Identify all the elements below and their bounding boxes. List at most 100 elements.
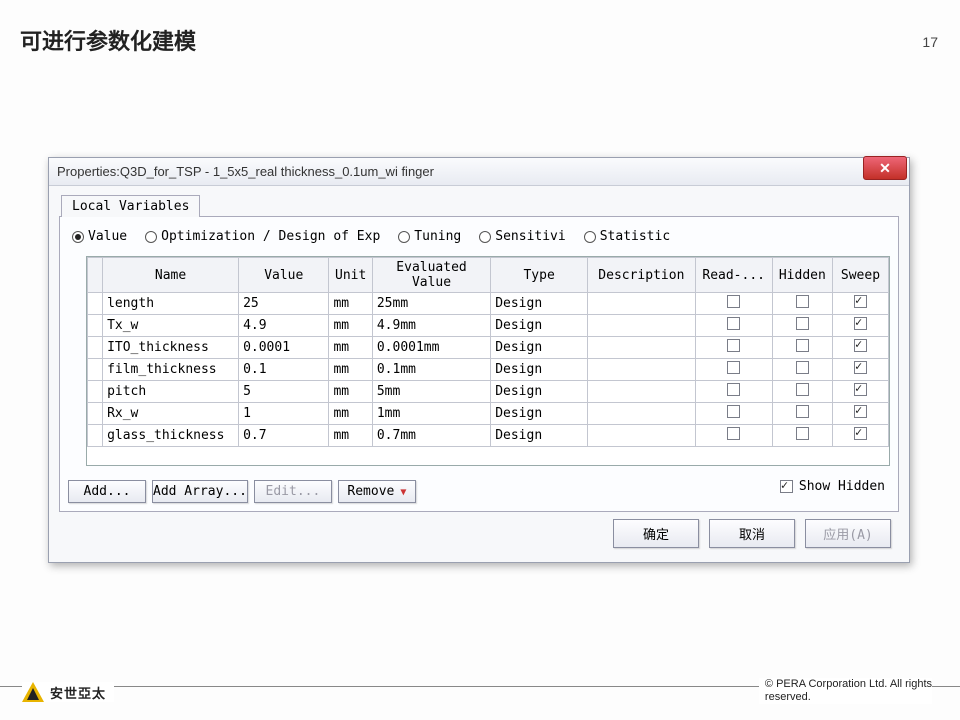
cell-hidden[interactable] — [772, 425, 832, 447]
cell-readonly[interactable] — [695, 425, 772, 447]
table-row[interactable]: film_thickness0.1mm0.1mmDesign — [88, 359, 889, 381]
radio-tuning[interactable]: Tuning — [398, 229, 461, 244]
table-row[interactable]: length25mm25mmDesign — [88, 293, 889, 315]
table-row[interactable]: glass_thickness0.7mm0.7mmDesign — [88, 425, 889, 447]
cell-evaluated[interactable]: 0.7mm — [372, 425, 490, 447]
table-row[interactable]: ITO_thickness0.0001mm0.0001mmDesign — [88, 337, 889, 359]
edit-button[interactable]: Edit... — [254, 480, 332, 503]
cell-type[interactable]: Design — [491, 315, 588, 337]
apply-button[interactable]: 应用(A) — [805, 519, 891, 548]
cell-hidden[interactable] — [772, 403, 832, 425]
close-button[interactable]: ✕ — [863, 156, 907, 180]
checkbox-icon — [854, 295, 867, 308]
cell-sweep[interactable] — [832, 359, 888, 381]
col-name[interactable]: Name — [103, 258, 239, 293]
cell-value[interactable]: 5 — [239, 381, 329, 403]
cell-type[interactable]: Design — [491, 425, 588, 447]
cell-evaluated[interactable]: 1mm — [372, 403, 490, 425]
cell-type[interactable]: Design — [491, 403, 588, 425]
col-type[interactable]: Type — [491, 258, 588, 293]
col-description[interactable]: Description — [588, 258, 696, 293]
tab-local-variables[interactable]: Local Variables — [61, 195, 200, 217]
cell-name[interactable]: glass_thickness — [103, 425, 239, 447]
cell-description[interactable] — [588, 381, 696, 403]
cell-sweep[interactable] — [832, 425, 888, 447]
cell-type[interactable]: Design — [491, 381, 588, 403]
cell-unit[interactable]: mm — [329, 337, 372, 359]
cell-description[interactable] — [588, 425, 696, 447]
cell-type[interactable]: Design — [491, 359, 588, 381]
radio-value[interactable]: Value — [72, 229, 127, 244]
cell-sweep[interactable] — [832, 337, 888, 359]
cell-evaluated[interactable]: 4.9mm — [372, 315, 490, 337]
cell-evaluated[interactable]: 0.0001mm — [372, 337, 490, 359]
cell-name[interactable]: ITO_thickness — [103, 337, 239, 359]
col-readonly[interactable]: Read-... — [695, 258, 772, 293]
radio-sensitivity[interactable]: Sensitivi — [479, 229, 565, 244]
cell-name[interactable]: pitch — [103, 381, 239, 403]
cell-unit[interactable]: mm — [329, 293, 372, 315]
title-document-name: Q3D_for_TSP - 1_5x5_real thickness_0.1um… — [120, 164, 434, 179]
radio-label: Tuning — [414, 229, 461, 244]
cell-type[interactable]: Design — [491, 337, 588, 359]
cell-value[interactable]: 4.9 — [239, 315, 329, 337]
cell-value[interactable]: 0.1 — [239, 359, 329, 381]
remove-button[interactable]: Remove — [338, 480, 416, 503]
col-unit[interactable]: Unit — [329, 258, 372, 293]
cell-hidden[interactable] — [772, 359, 832, 381]
cell-name[interactable]: Tx_w — [103, 315, 239, 337]
cell-unit[interactable]: mm — [329, 425, 372, 447]
cell-unit[interactable]: mm — [329, 315, 372, 337]
cell-value[interactable]: 25 — [239, 293, 329, 315]
table-row[interactable]: Tx_w4.9mm4.9mmDesign — [88, 315, 889, 337]
cell-evaluated[interactable]: 0.1mm — [372, 359, 490, 381]
add-array-button[interactable]: Add Array... — [152, 480, 248, 503]
cell-name[interactable]: film_thickness — [103, 359, 239, 381]
cell-unit[interactable]: mm — [329, 359, 372, 381]
cell-sweep[interactable] — [832, 293, 888, 315]
add-button[interactable]: Add... — [68, 480, 146, 503]
cell-hidden[interactable] — [772, 315, 832, 337]
cell-readonly[interactable] — [695, 315, 772, 337]
cell-hidden[interactable] — [772, 293, 832, 315]
cell-description[interactable] — [588, 337, 696, 359]
cell-sweep[interactable] — [832, 403, 888, 425]
cell-unit[interactable]: mm — [329, 381, 372, 403]
cell-type[interactable]: Design — [491, 293, 588, 315]
col-value[interactable]: Value — [239, 258, 329, 293]
cell-readonly[interactable] — [695, 359, 772, 381]
col-hidden[interactable]: Hidden — [772, 258, 832, 293]
cell-readonly[interactable] — [695, 381, 772, 403]
cell-description[interactable] — [588, 315, 696, 337]
cell-sweep[interactable] — [832, 381, 888, 403]
cell-readonly[interactable] — [695, 337, 772, 359]
ok-button[interactable]: 确定 — [613, 519, 699, 548]
cell-evaluated[interactable]: 25mm — [372, 293, 490, 315]
show-hidden-checkbox[interactable]: Show Hidden — [780, 479, 885, 494]
variables-grid[interactable]: Name Value Unit Evaluated Value Type Des… — [86, 256, 890, 466]
cell-hidden[interactable] — [772, 381, 832, 403]
cell-evaluated[interactable]: 5mm — [372, 381, 490, 403]
table-row[interactable]: pitch5mm5mmDesign — [88, 381, 889, 403]
cell-value[interactable]: 1 — [239, 403, 329, 425]
radio-optimization[interactable]: Optimization / Design of Exp — [145, 229, 380, 244]
cell-readonly[interactable] — [695, 403, 772, 425]
radio-statistics[interactable]: Statistic — [584, 229, 670, 244]
cell-name[interactable]: Rx_w — [103, 403, 239, 425]
cell-name[interactable]: length — [103, 293, 239, 315]
cell-readonly[interactable] — [695, 293, 772, 315]
cell-hidden[interactable] — [772, 337, 832, 359]
col-sweep[interactable]: Sweep — [832, 258, 888, 293]
col-evaluated[interactable]: Evaluated Value — [372, 258, 490, 293]
table-row[interactable]: Rx_w1mm1mmDesign — [88, 403, 889, 425]
cell-description[interactable] — [588, 359, 696, 381]
cell-value[interactable]: 0.0001 — [239, 337, 329, 359]
tab-strip: Local Variables — [49, 186, 909, 216]
dialog-titlebar[interactable]: Properties: Q3D_for_TSP - 1_5x5_real thi… — [49, 158, 909, 186]
cell-value[interactable]: 0.7 — [239, 425, 329, 447]
cancel-button[interactable]: 取消 — [709, 519, 795, 548]
cell-description[interactable] — [588, 403, 696, 425]
cell-unit[interactable]: mm — [329, 403, 372, 425]
cell-sweep[interactable] — [832, 315, 888, 337]
cell-description[interactable] — [588, 293, 696, 315]
